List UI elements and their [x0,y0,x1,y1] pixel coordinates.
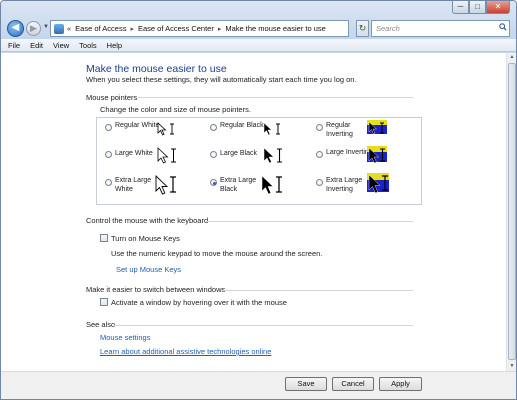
section-divider [114,325,413,326]
large-inverting-pointer-icon [367,146,387,164]
search-input[interactable]: Search [371,20,510,37]
scroll-up-arrow-icon[interactable]: ▲ [507,53,516,62]
hover-activate-checkbox[interactable] [100,298,108,306]
large-white-pointer-icon [157,147,176,164]
section-divider [206,221,413,222]
vertical-scrollbar[interactable]: ▲ ▼ [506,53,516,371]
assistive-technologies-link[interactable]: Learn about additional assistive technol… [100,347,271,356]
radio-extra-large-inverting[interactable] [316,179,323,186]
section-heading-see-also: See also [86,320,116,329]
set-up-mouse-keys-link[interactable]: Set up Mouse Keys [116,265,181,274]
section-divider [221,290,413,291]
close-button[interactable]: ✕ [486,1,510,14]
option-label-regular-white[interactable]: Regular White [115,122,163,131]
breadcrumb-separator[interactable]: ▸ [218,25,222,33]
cancel-button[interactable]: Cancel [332,377,374,391]
section-heading-keyboard: Control the mouse with the keyboard [86,216,209,225]
pointer-options-group: Regular White Regular Black Regular Inve… [96,117,422,205]
apply-button[interactable]: Apply [379,377,422,391]
extra-large-inverting-pointer-icon [367,173,389,194]
radio-large-inverting[interactable] [316,151,323,158]
menu-view[interactable]: View [53,41,69,50]
section-divider [138,97,413,98]
mouse-settings-link[interactable]: Mouse settings [100,333,150,342]
section-heading-mouse-pointers: Mouse pointers [86,93,138,102]
radio-large-white[interactable] [105,151,112,158]
extra-large-white-pointer-icon [155,175,176,195]
section-heading-switch-windows: Make it easier to switch between windows [86,285,226,294]
refresh-button[interactable]: ↻ [356,20,369,37]
regular-inverting-pointer-icon [367,120,387,135]
button-bar [1,371,516,399]
radio-extra-large-white[interactable] [105,179,112,186]
extra-large-black-pointer-icon [261,175,282,195]
recent-pages-dropdown[interactable]: ▼ [43,24,49,30]
save-button[interactable]: Save [285,377,327,391]
mouse-keys-checkbox[interactable] [100,234,108,242]
option-label-large-black[interactable]: Large Black [220,150,268,159]
breadcrumb-ease-of-access-center[interactable]: Ease of Access Center [138,24,214,33]
menu-edit[interactable]: Edit [30,41,43,50]
radio-extra-large-black[interactable] [210,179,217,186]
breadcrumb-separator[interactable]: ▸ [130,25,134,33]
option-label-large-white[interactable]: Large White [115,150,163,159]
hover-activate-checkbox-label[interactable]: Activate a window by hovering over it wi… [111,298,287,307]
pointers-description: Change the color and size of mouse point… [100,105,251,114]
breadcrumb-ease-of-access[interactable]: Ease of Access [75,24,126,33]
search-icon[interactable] [499,23,507,31]
maximize-button[interactable]: □ [469,1,486,14]
scroll-down-arrow-icon[interactable]: ▼ [507,362,516,371]
large-black-pointer-icon [263,147,282,164]
page-subtitle: When you select these settings, they wil… [86,75,357,84]
control-panel-icon [54,23,64,34]
forward-button[interactable]: ▶ [26,21,41,36]
breadcrumb-current-page[interactable]: Make the mouse easier to use [225,24,325,33]
menu-tools[interactable]: Tools [79,41,97,50]
regular-black-pointer-icon [263,122,280,136]
menu-help[interactable]: Help [107,41,122,50]
mouse-keys-checkbox-label[interactable]: Turn on Mouse Keys [111,234,180,243]
address-bar[interactable]: « Ease of Access ▸ Ease of Access Center… [50,20,349,37]
page-title: Make the mouse easier to use [86,63,227,75]
radio-regular-black[interactable] [210,124,217,131]
ease-of-access-window: ─ □ ✕ ◀ ▶ ▼ « Ease of Access ▸ Ease of A… [0,0,517,400]
scrollbar-thumb[interactable] [508,63,516,360]
regular-white-pointer-icon [157,122,174,136]
address-overflow[interactable]: « [67,24,71,33]
menu-file[interactable]: File [8,41,20,50]
menu-bar: File Edit View Tools Help [1,39,516,52]
minimize-button[interactable]: ─ [452,1,469,14]
mouse-keys-description: Use the numeric keypad to move the mouse… [111,249,323,258]
back-button[interactable]: ◀ [7,20,24,37]
radio-large-black[interactable] [210,151,217,158]
window-controls: ─ □ ✕ [452,1,510,14]
radio-regular-white[interactable] [105,124,112,131]
content-pane: Make the mouse easier to use When you se… [1,53,506,371]
radio-regular-inverting[interactable] [316,124,323,131]
